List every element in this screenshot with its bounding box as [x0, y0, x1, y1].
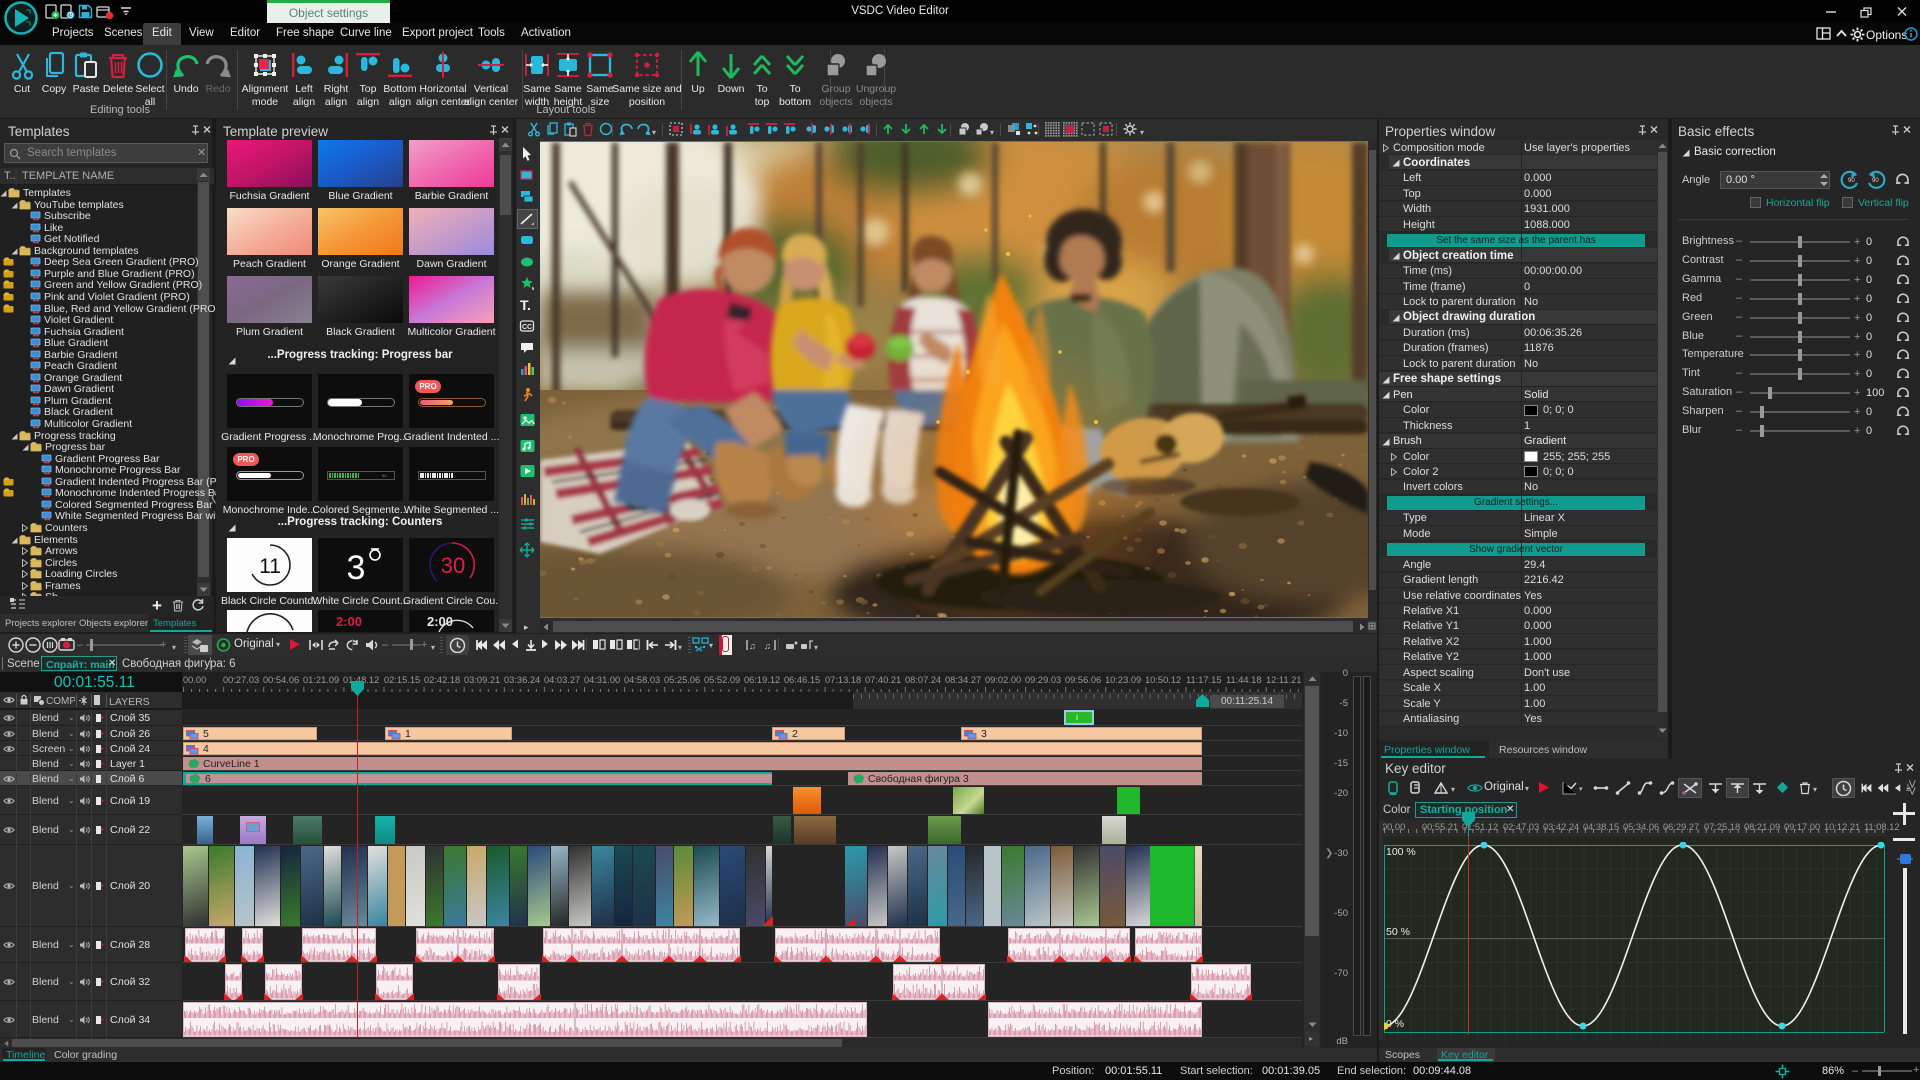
svg-text:♫: ♫ [764, 641, 771, 651]
svg-text:♫: ♫ [749, 641, 756, 651]
svg-text:11: 11 [259, 555, 281, 578]
svg-text:90: 90 [1848, 178, 1855, 184]
svg-text:30: 30 [441, 553, 465, 578]
svg-text:T.: T. [520, 297, 531, 313]
svg-text:3: 3 [347, 549, 366, 587]
svg-text:90: 90 [1872, 178, 1879, 184]
svg-text:CC: CC [522, 324, 532, 331]
